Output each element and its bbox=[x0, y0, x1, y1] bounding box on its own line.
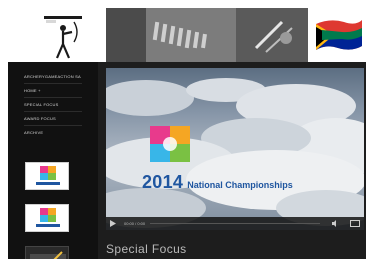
video-player[interactable]: 2014 National Championships bbox=[106, 68, 364, 230]
sidebar-thumbnail-2[interactable] bbox=[25, 204, 69, 232]
nav-divider bbox=[24, 111, 82, 112]
sidebar-thumbnail-3[interactable] bbox=[25, 246, 69, 259]
championship-emblem-icon bbox=[150, 126, 190, 162]
site-logo[interactable] bbox=[22, 8, 106, 62]
archer-logo-icon bbox=[44, 16, 82, 59]
section-heading: Special Focus bbox=[106, 242, 187, 256]
championship-logo-icon bbox=[36, 166, 60, 185]
page: Archerygameaction SA Home + Special Focu… bbox=[0, 0, 382, 259]
event-year: 2014 bbox=[142, 172, 184, 192]
sidebar: Archerygameaction SA Home + Special Focu… bbox=[8, 62, 98, 259]
nav-item-archery-sa[interactable]: Archerygameaction SA bbox=[24, 72, 81, 82]
nav-divider bbox=[24, 83, 82, 84]
header-banner bbox=[106, 8, 308, 62]
sa-flag-logo bbox=[308, 8, 366, 62]
nav-item-home[interactable]: Home + bbox=[24, 86, 41, 96]
nav-item-special-focus[interactable]: Special Focus bbox=[24, 100, 58, 110]
championship-logo-icon bbox=[36, 208, 60, 227]
nav-divider bbox=[24, 125, 82, 126]
nav-divider bbox=[24, 97, 82, 98]
south-africa-flag-icon bbox=[316, 20, 362, 50]
nav-item-award-focus[interactable]: Award Focus bbox=[24, 114, 56, 124]
event-title: National Championships bbox=[187, 180, 293, 190]
video-progress-bar[interactable] bbox=[150, 223, 320, 224]
header bbox=[8, 8, 366, 62]
video-time: 00:00 / 0:00 bbox=[124, 221, 146, 226]
volume-icon[interactable] bbox=[332, 220, 339, 227]
nav-item-archive[interactable]: Archive bbox=[24, 128, 43, 138]
video-controls: 00:00 / 0:00 bbox=[106, 217, 364, 230]
play-icon[interactable] bbox=[109, 220, 117, 227]
fullscreen-icon[interactable] bbox=[350, 220, 360, 227]
cloud-background-image bbox=[106, 78, 364, 228]
arrows-banner-image bbox=[106, 8, 308, 62]
event-title-text: 2014 National Championships bbox=[142, 172, 358, 193]
championship-logo-icon bbox=[30, 251, 66, 259]
main-content: 2014 National Championships 00:00 / 0:00 … bbox=[98, 62, 366, 259]
sidebar-thumbnail-1[interactable] bbox=[25, 162, 69, 190]
